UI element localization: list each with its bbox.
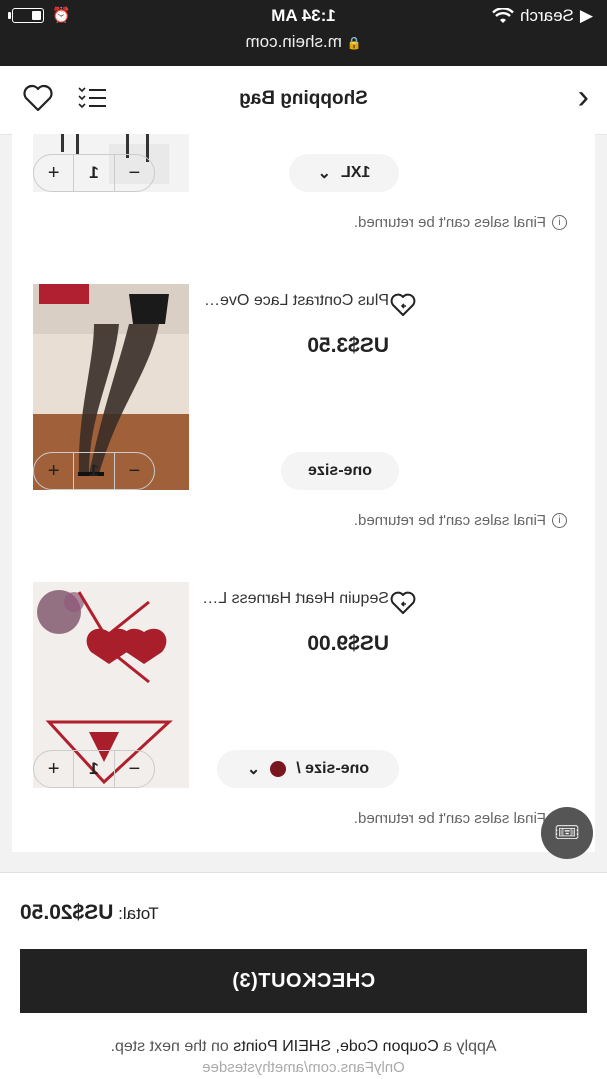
coupon-ticket-icon[interactable]: 🎟: [541, 807, 593, 859]
category-list-icon[interactable]: [78, 85, 108, 111]
mirrored-screen: ◀ Search 1:34 AM ⏰ 🔒 m.shein.com ‹ Shopp…: [0, 0, 607, 1079]
cart-item: Sequin Heart Harness Lingerie Set US$9.0…: [12, 582, 595, 842]
order-total: Total: US$20.50: [20, 901, 159, 925]
final-sale-note: i Final sales can't be returned.: [354, 810, 567, 827]
wishlist-heart-icon[interactable]: [22, 84, 54, 112]
quantity-stepper[interactable]: − 1 +: [33, 154, 155, 192]
alarm-icon: ⏰: [52, 7, 71, 24]
info-icon: i: [552, 215, 567, 230]
quantity-value[interactable]: 1: [73, 155, 115, 191]
increase-button[interactable]: +: [34, 758, 73, 781]
product-price: US$3.50: [307, 334, 389, 357]
address-bar[interactable]: 🔒 m.shein.com: [0, 32, 607, 52]
coupon-hint-1: Apply a: [443, 1038, 497, 1055]
quantity-stepper[interactable]: − 1 +: [33, 452, 155, 490]
total-label: Total:: [118, 904, 159, 923]
final-sale-text: Final sales can't be returned.: [353, 214, 546, 231]
increase-button[interactable]: +: [34, 162, 73, 185]
coupon-hint-4: on the next step.: [110, 1038, 229, 1055]
decrease-button[interactable]: −: [115, 460, 154, 483]
final-sale-note: i Final sales can't be returned.: [354, 512, 567, 529]
final-sale-text: Final sales can't be returned.: [353, 810, 546, 827]
total-value: US$20.50: [20, 901, 114, 924]
quantity-value[interactable]: 1: [73, 453, 115, 489]
color-swatch: [270, 761, 287, 777]
move-to-wishlist-icon[interactable]: [389, 292, 417, 318]
move-to-wishlist-icon[interactable]: [389, 590, 417, 616]
size-selector[interactable]: one-size: [281, 452, 399, 490]
battery-icon: [12, 7, 44, 23]
lock-icon: 🔒: [346, 36, 362, 50]
checkout-button[interactable]: CHECKOUT(3): [20, 949, 587, 1013]
checkout-footer: Total: US$20.50 CHECKOUT(3) Apply a Coup…: [0, 872, 607, 1079]
status-bar: ◀ Search 1:34 AM ⏰ 🔒 m.shein.com: [0, 0, 607, 66]
cart-item: Plus Contrast Lace Over The Kn... US$3.5…: [12, 284, 595, 544]
variant-value: one-size /: [296, 760, 370, 777]
chevron-down-icon: ⌄: [246, 761, 261, 778]
product-name[interactable]: Plus Contrast Lace Over The Kn...: [199, 292, 389, 310]
cart-item-list: 1XL ⌄ − 1 + i Final sales can't be retur…: [12, 134, 595, 852]
watermark-text: OnlyFans.com/amethystesdee: [202, 1059, 405, 1076]
coupon-hint: Apply a Coupon Code, SHEIN Points on the…: [0, 1038, 607, 1056]
product-price: US$9.00: [307, 632, 389, 655]
size-value: one-size: [308, 462, 373, 479]
final-sale-text: Final sales can't be returned.: [353, 512, 546, 529]
size-selector[interactable]: 1XL ⌄: [289, 154, 399, 192]
clock: 1:34 AM: [271, 6, 336, 25]
product-name[interactable]: Sequin Heart Harness Lingerie Set: [199, 590, 389, 608]
variant-selector[interactable]: one-size / ⌄: [217, 750, 399, 788]
increase-button[interactable]: +: [34, 460, 73, 483]
quantity-stepper[interactable]: − 1 +: [33, 750, 155, 788]
coupon-hint-2: Coupon Code,: [335, 1038, 439, 1055]
chevron-down-icon: ⌄: [317, 165, 332, 182]
size-value: 1XL: [341, 164, 371, 181]
decrease-button[interactable]: −: [115, 758, 154, 781]
url-text: m.shein.com: [245, 32, 342, 51]
decrease-button[interactable]: −: [115, 162, 154, 185]
final-sale-note: i Final sales can't be returned.: [354, 214, 567, 231]
quantity-value[interactable]: 1: [73, 751, 115, 787]
cart-item: 1XL ⌄ − 1 + i Final sales can't be retur…: [12, 134, 595, 254]
info-icon: i: [552, 513, 567, 528]
page-header: ‹ Shopping Bag: [0, 66, 607, 135]
coupon-hint-3: SHEIN Points: [233, 1038, 332, 1055]
